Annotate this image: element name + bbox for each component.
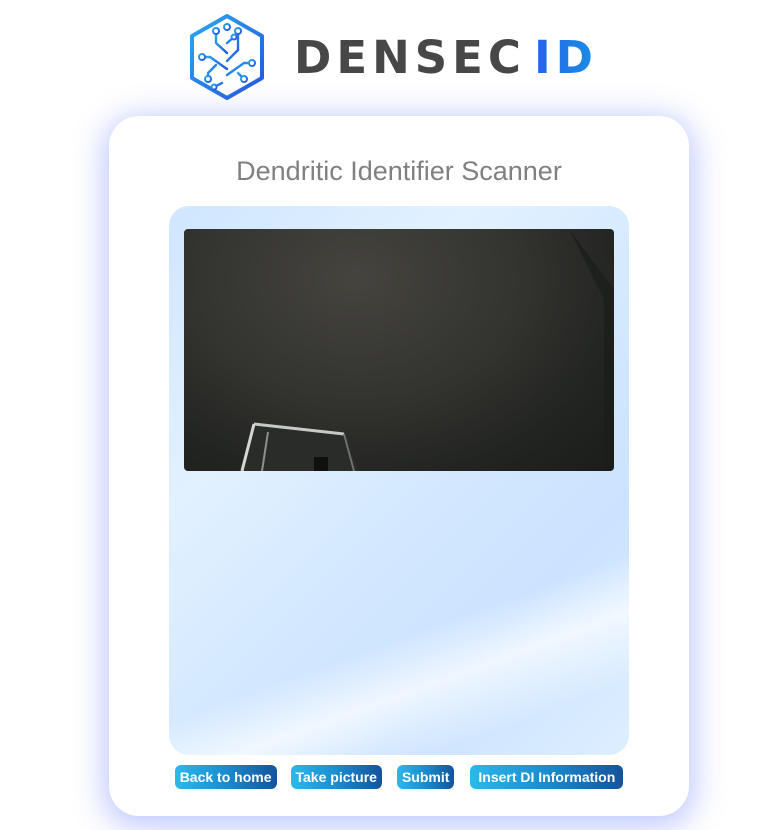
take-picture-button[interactable]: Take picture xyxy=(290,765,382,789)
brand-header: DENSEC ID xyxy=(186,12,598,102)
submit-button[interactable]: Submit xyxy=(396,765,455,789)
brand-name-accent: ID xyxy=(533,30,599,84)
circuit-hexagon-icon xyxy=(190,14,264,100)
camera-feed xyxy=(184,229,614,471)
brand-wordmark: DENSEC ID xyxy=(294,35,598,80)
brand-name-main: DENSEC xyxy=(294,30,526,84)
page-title: Dendritic Identifier Scanner xyxy=(236,156,562,186)
camera-scene xyxy=(239,229,614,471)
scanner-card: Dendritic Identifier Scanner Back to hom… xyxy=(109,116,689,816)
scanner-panel xyxy=(169,206,629,755)
insert-di-information-button[interactable]: Insert DI Information xyxy=(470,765,624,789)
page: DENSEC ID Dendritic Identifier Scanner B… xyxy=(0,0,780,830)
action-bar: Back to home Take picture Submit Insert … xyxy=(109,765,689,789)
back-to-home-button[interactable]: Back to home xyxy=(174,765,277,789)
